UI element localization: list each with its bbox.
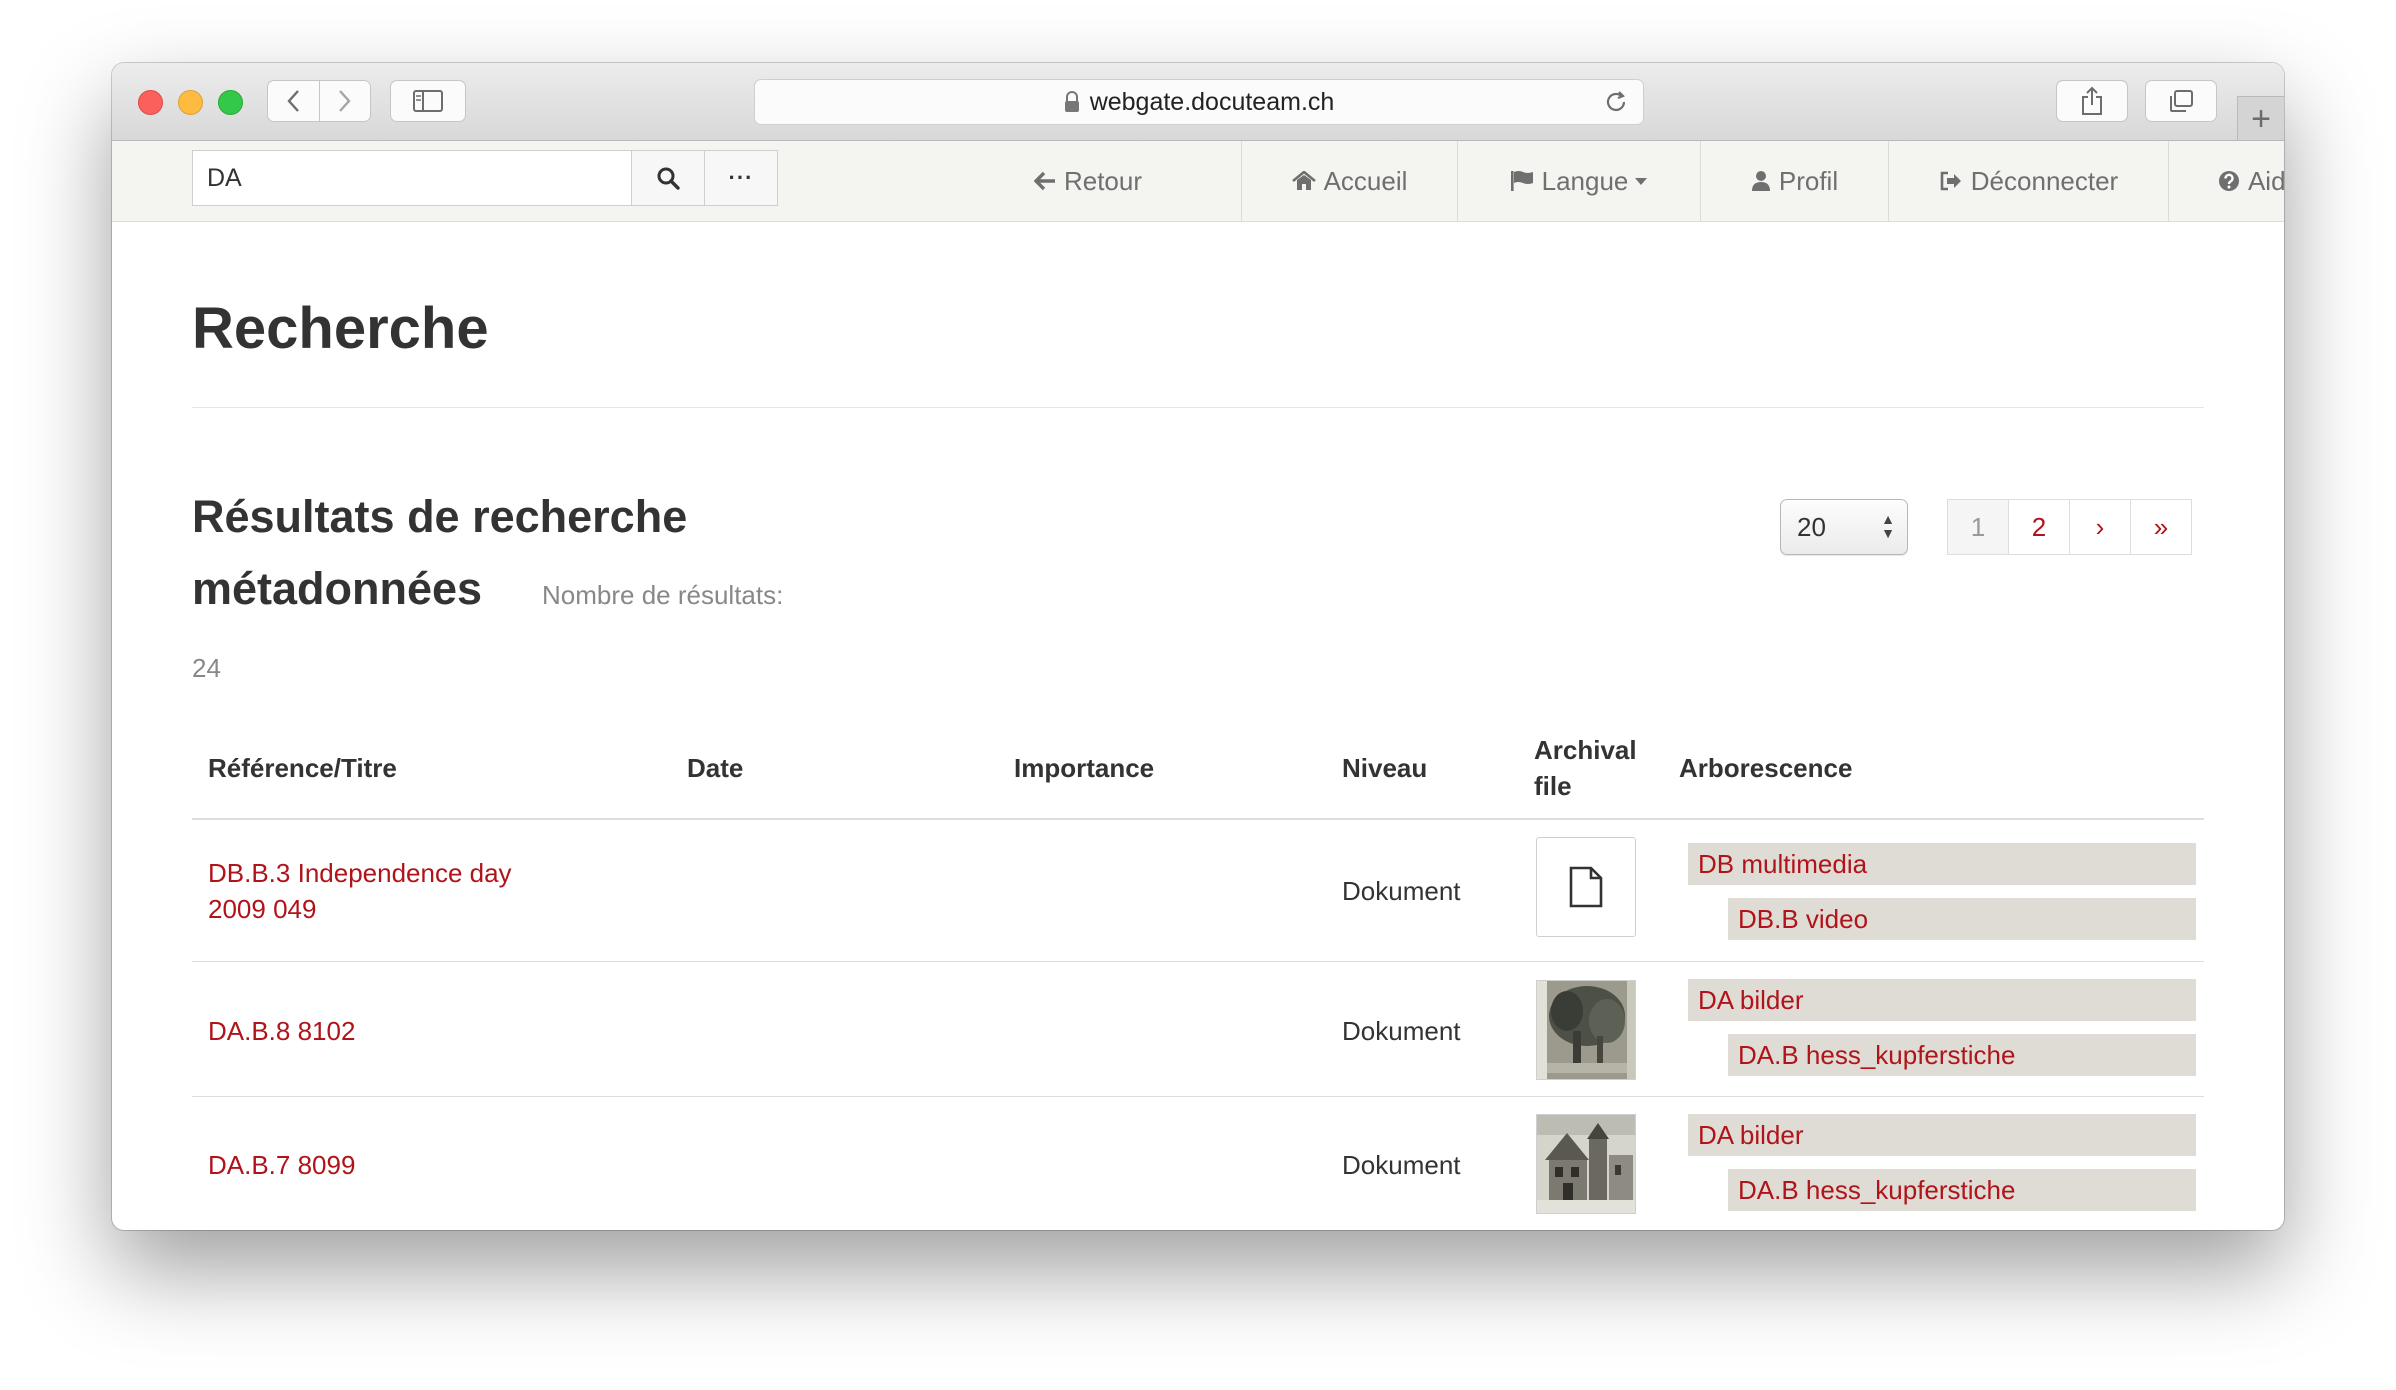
forward-button[interactable] bbox=[320, 81, 371, 121]
row-niveau: Dokument bbox=[1342, 876, 1461, 906]
user-icon bbox=[1751, 170, 1771, 192]
address-bar[interactable]: webgate.docuteam.ch bbox=[754, 79, 1644, 125]
row-ref-link[interactable]: DB.B.3 Independence day 2009 049 bbox=[208, 855, 538, 927]
per-page-value: 20 bbox=[1797, 511, 1826, 542]
nav-deconnecter-label: Déconnecter bbox=[1970, 165, 2119, 196]
reload-icon[interactable] bbox=[1603, 88, 1629, 116]
browser-window: webgate.docuteam.ch + ··· Retour Accueil… bbox=[112, 63, 2284, 1230]
question-circle-icon bbox=[2218, 170, 2240, 192]
minimize-window-button[interactable] bbox=[178, 90, 203, 115]
search-icon bbox=[657, 167, 680, 190]
arrow-left-icon bbox=[1033, 171, 1056, 191]
tree-node-level2[interactable]: DA.B hess_kupferstiche bbox=[1728, 1034, 2196, 1076]
row-niveau: Dokument bbox=[1342, 1016, 1461, 1046]
flag-icon bbox=[1510, 170, 1534, 192]
site-navbar: ··· Retour Accueil Langue Profil Déconne… bbox=[112, 141, 2284, 222]
nav-accueil-label: Accueil bbox=[1323, 165, 1408, 196]
nav-aide[interactable]: Aide bbox=[2169, 141, 2284, 221]
row-divider bbox=[192, 1096, 2204, 1097]
nav-retour[interactable]: Retour bbox=[935, 141, 1242, 221]
search-input[interactable] bbox=[192, 150, 632, 206]
back-button[interactable] bbox=[268, 81, 320, 121]
close-window-button[interactable] bbox=[138, 90, 163, 115]
browser-titlebar: webgate.docuteam.ch + bbox=[112, 63, 2284, 141]
page-2[interactable]: 2 bbox=[2008, 499, 2070, 555]
nav-accueil[interactable]: Accueil bbox=[1242, 141, 1458, 221]
show-tabs-button[interactable] bbox=[2145, 80, 2217, 122]
nav-deconnecter[interactable]: Déconnecter bbox=[1889, 141, 2169, 221]
address-url: webgate.docuteam.ch bbox=[1089, 87, 1335, 116]
page-next[interactable]: › bbox=[2069, 499, 2131, 555]
new-tab-button[interactable]: + bbox=[2237, 96, 2284, 140]
tree-node-level1[interactable]: DA bilder bbox=[1688, 979, 2196, 1021]
archival-file-thumb[interactable] bbox=[1536, 837, 1636, 937]
per-page-select[interactable]: 20 ▲ ▼ bbox=[1780, 499, 1908, 555]
chevron-right-icon bbox=[338, 90, 351, 112]
nav-profil-label: Profil bbox=[1778, 165, 1839, 196]
sidebar-toggle-button[interactable] bbox=[390, 80, 466, 122]
ellipsis-icon: ··· bbox=[728, 165, 754, 190]
tree-node-level2[interactable]: DB.B video bbox=[1728, 898, 2196, 940]
lock-icon bbox=[1064, 91, 1079, 112]
page-last[interactable]: » bbox=[2130, 499, 2192, 555]
engraving-park-image bbox=[1537, 981, 1635, 1079]
pagination: 1 2 › » bbox=[1947, 499, 2192, 555]
share-icon bbox=[2082, 86, 2102, 115]
title-divider bbox=[192, 407, 2204, 408]
nav-langue-dropdown[interactable]: Langue bbox=[1458, 141, 1701, 221]
tabs-overview-icon bbox=[2170, 90, 2193, 112]
nav-aide-label: Aide bbox=[2247, 165, 2284, 196]
chevron-left-icon bbox=[287, 90, 300, 112]
col-date: Date bbox=[687, 753, 744, 783]
col-arbo: Arborescence bbox=[1679, 753, 1853, 783]
col-ref: Référence/Titre bbox=[208, 753, 397, 783]
document-icon bbox=[1569, 866, 1603, 908]
history-nav bbox=[267, 80, 371, 122]
share-button[interactable] bbox=[2056, 80, 2128, 122]
nav-langue-label: Langue bbox=[1541, 165, 1629, 196]
row-ref-link[interactable]: DA.B.8 8102 bbox=[208, 1013, 355, 1049]
archival-file-thumb[interactable] bbox=[1536, 1114, 1636, 1214]
engraving-house-image bbox=[1537, 1115, 1635, 1213]
caret-down-icon bbox=[1634, 177, 1648, 186]
search-button[interactable] bbox=[631, 150, 705, 206]
advanced-search-button[interactable]: ··· bbox=[704, 150, 778, 206]
row-divider bbox=[192, 961, 2204, 962]
archival-file-thumb[interactable] bbox=[1536, 980, 1636, 1080]
table-header-line bbox=[192, 818, 2204, 820]
results-count-label: Nombre de résultats: bbox=[542, 580, 784, 610]
zoom-window-button[interactable] bbox=[218, 90, 243, 115]
select-arrows-icon: ▲ ▼ bbox=[1881, 511, 1895, 541]
row-ref-link[interactable]: DA.B.7 8099 bbox=[208, 1147, 355, 1183]
home-icon bbox=[1291, 171, 1316, 191]
col-niveau: Niveau bbox=[1342, 753, 1428, 783]
sidebar-icon bbox=[413, 90, 443, 112]
col-importance: Importance bbox=[1014, 753, 1155, 783]
nav-profil[interactable]: Profil bbox=[1701, 141, 1889, 221]
tree-node-level1[interactable]: DB multimedia bbox=[1688, 843, 2196, 885]
nav-retour-label: Retour bbox=[1063, 165, 1143, 196]
page-title: Recherche bbox=[192, 296, 489, 361]
page-1[interactable]: 1 bbox=[1947, 499, 2009, 555]
sign-out-icon bbox=[1939, 171, 1963, 191]
col-archival: Archival file bbox=[1534, 735, 1637, 801]
tree-node-level1[interactable]: DA bilder bbox=[1688, 1114, 2196, 1156]
results-count: 24 bbox=[192, 653, 221, 683]
tree-node-level2[interactable]: DA.B hess_kupferstiche bbox=[1728, 1169, 2196, 1211]
row-niveau: Dokument bbox=[1342, 1150, 1461, 1180]
